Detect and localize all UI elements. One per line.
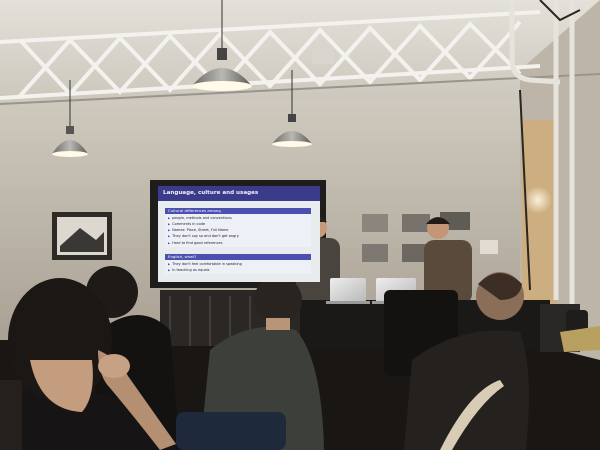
- wall-picture: [52, 212, 112, 260]
- photo-scene: Language, culture and usages Cultural di…: [0, 0, 600, 450]
- bullet-item: Hard to find good references: [168, 240, 311, 246]
- slide-block-cultural: Cultural differences among people, metho…: [165, 208, 311, 247]
- laptop-left: [326, 278, 370, 304]
- slide-title: Language, culture and usages: [158, 186, 320, 201]
- slide-block-english: English, what? They don't feel comfortab…: [165, 254, 311, 275]
- projected-slide: Language, culture and usages Cultural di…: [158, 186, 320, 282]
- bullet-item: In teaching as equals: [168, 267, 311, 273]
